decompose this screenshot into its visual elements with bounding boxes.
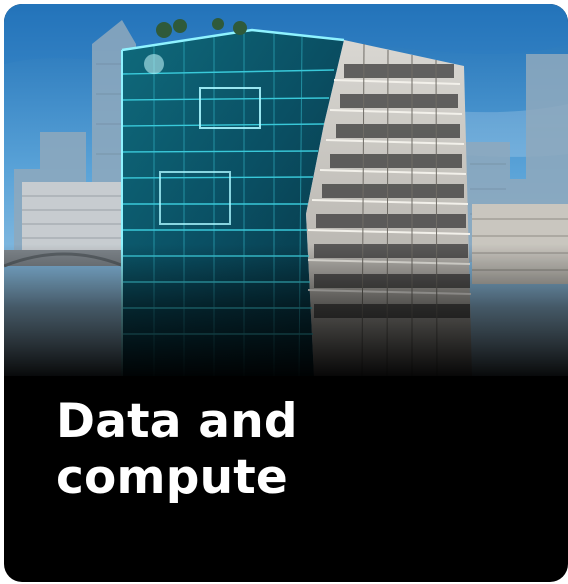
card-title: Data and compute bbox=[56, 394, 298, 505]
data-and-compute-card[interactable]: Data and compute bbox=[4, 4, 568, 582]
hero-bottom-fade bbox=[4, 244, 568, 384]
